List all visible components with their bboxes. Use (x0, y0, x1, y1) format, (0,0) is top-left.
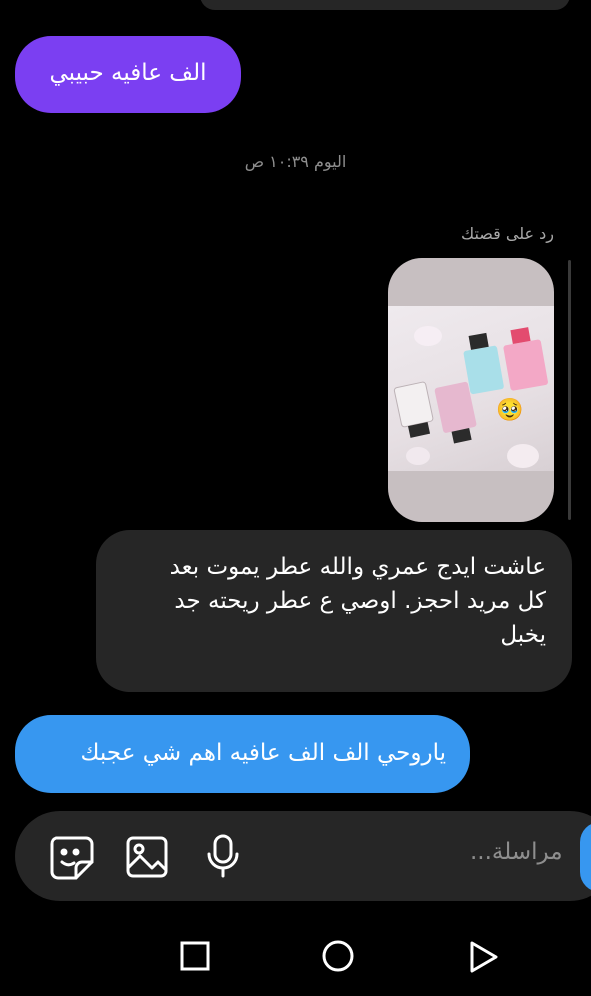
story-image: 🥹 (388, 306, 554, 471)
story-preview[interactable]: 🥹 (388, 258, 554, 522)
perfume-bottles-image (393, 326, 548, 468)
square-icon[interactable] (180, 941, 210, 975)
sent-message-text: ياروحي الف الف عافيه اهم شي عجبك (80, 740, 446, 766)
system-navigation-bar (0, 905, 591, 996)
image-gallery-icon[interactable] (124, 834, 170, 884)
scroll-indicator (568, 260, 571, 520)
received-message-line: كل مريد احجز. اوصي ع عطر ريحته جد (174, 588, 546, 614)
message-timestamp: اليوم ١٠:٣٩ ص (244, 152, 347, 171)
previous-message-bubble (200, 0, 570, 10)
story-reply-label: رد على قصتك (460, 224, 554, 243)
circle-icon[interactable] (321, 939, 355, 977)
received-message-line: عاشت ايدج عمري والله عطر يموت بعد (169, 554, 546, 580)
sticker-icon[interactable] (48, 834, 94, 884)
microphone-icon[interactable] (203, 832, 243, 884)
sent-message-text: الف عافيه حبيبي (49, 60, 207, 86)
received-message-bubble[interactable]: عاشت ايدج عمري والله عطر يموت بعد كل مري… (96, 530, 572, 692)
triangle-back-icon[interactable] (468, 940, 500, 978)
received-message-line: يخبل (500, 622, 546, 648)
sent-message-bubble[interactable]: الف عافيه حبيبي (15, 36, 241, 113)
reaction-emoji: 🥹 (496, 398, 524, 423)
message-input[interactable]: مراسلة... (470, 839, 563, 865)
sent-message-bubble[interactable]: ياروحي الف الف عافيه اهم شي عجبك (15, 715, 470, 793)
camera-button[interactable] (580, 822, 591, 892)
